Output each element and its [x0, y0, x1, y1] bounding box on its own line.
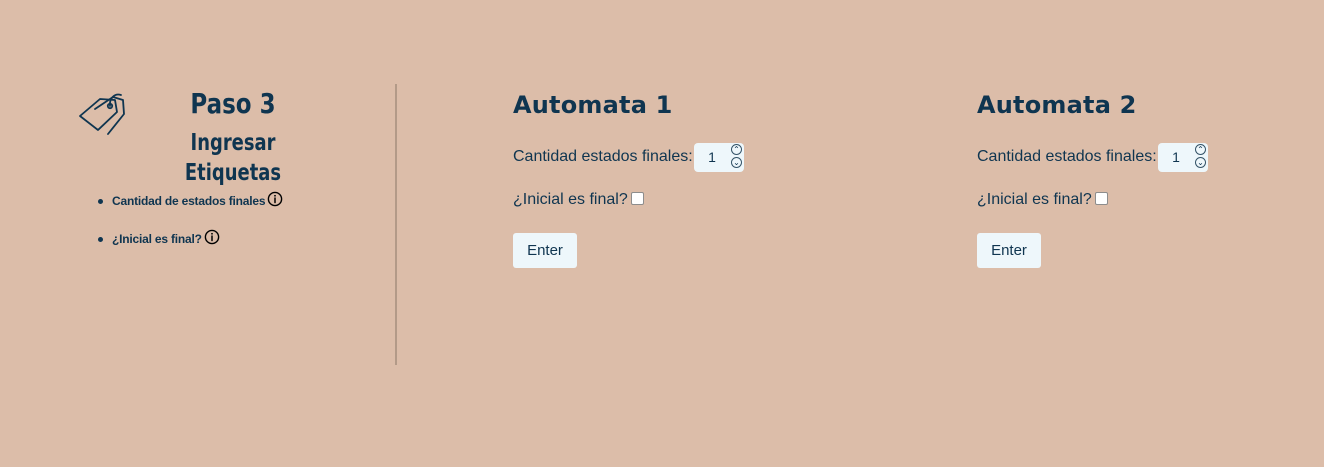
final-states-label: Cantidad estados finales: [513, 148, 693, 165]
final-states-number-input[interactable]: 1 ⌃ ⌄ [694, 142, 744, 172]
help-list: Cantidad de estados finales ¿Inicial es … [96, 191, 283, 267]
decrement-arrow-icon[interactable]: ⌄ [731, 156, 742, 168]
info-icon[interactable] [204, 229, 220, 245]
vertical-divider [395, 84, 397, 365]
automata-1-panel: Automata 1 Cantidad estados finales: 1 ⌃… [513, 84, 833, 274]
help-item-initial-final: ¿Inicial es final? [96, 229, 283, 249]
help-item-label: Cantidad de estados finales [112, 194, 266, 208]
increment-arrow-icon[interactable]: ⌃ [731, 143, 742, 155]
step-subtitle: Ingresar Etiquetas [184, 130, 282, 186]
initial-final-row: ¿Inicial es final? [977, 188, 1108, 212]
final-states-number-input[interactable]: 1 ⌃ ⌄ [1158, 142, 1208, 172]
info-icon[interactable] [267, 191, 283, 207]
final-states-label: Cantidad estados finales: [977, 148, 1157, 165]
help-item-final-states-count: Cantidad de estados finales [96, 191, 283, 211]
final-states-row: Cantidad estados finales: 1 ⌃ ⌄ [513, 142, 744, 172]
initial-final-row: ¿Inicial es final? [513, 188, 644, 212]
step-instructions-panel: Paso 3 Ingresar Etiquetas Cantidad de es… [0, 0, 396, 467]
final-states-row: Cantidad estados finales: 1 ⌃ ⌄ [977, 142, 1208, 172]
final-states-value[interactable]: 1 [1169, 149, 1183, 165]
initial-final-checkbox[interactable] [1094, 191, 1108, 205]
enter-button[interactable]: Enter [977, 233, 1041, 268]
final-states-value[interactable]: 1 [705, 149, 719, 165]
initial-final-label: ¿Inicial es final? [513, 191, 628, 208]
bullet-icon [98, 236, 103, 242]
step-title: Paso 3 [190, 87, 276, 120]
initial-final-checkbox[interactable] [630, 191, 644, 205]
automata-1-title: Automata 1 [513, 91, 673, 119]
decrement-arrow-icon[interactable]: ⌄ [1195, 156, 1206, 168]
tag-icon [79, 93, 125, 135]
automata-2-panel: Automata 2 Cantidad estados finales: 1 ⌃… [977, 84, 1297, 274]
bullet-icon [98, 198, 103, 204]
initial-final-label: ¿Inicial es final? [977, 191, 1092, 208]
increment-arrow-icon[interactable]: ⌃ [1195, 143, 1206, 155]
enter-button[interactable]: Enter [513, 233, 577, 268]
automata-2-title: Automata 2 [977, 91, 1137, 119]
help-item-label: ¿Inicial es final? [112, 232, 202, 246]
